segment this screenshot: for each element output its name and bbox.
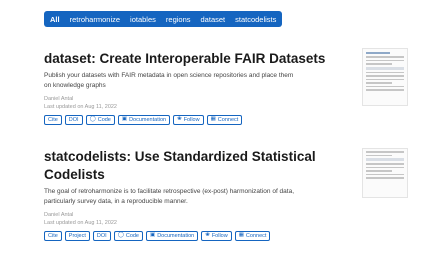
post-updated: Last updated on Aug 11, 2022 [44,104,117,110]
linkedin-icon: ▦ [238,232,244,239]
post-thumbnail[interactable] [362,48,408,106]
post-statcodelists: statcodelists: Use Standardized Statisti… [44,148,350,241]
post-buttons: Cite DOI ◯ Code ▣ Documentation ❀ Follow ▦ C… [44,115,350,125]
post-title[interactable]: dataset: Create Interoperable FAIR Datas… [44,50,350,68]
document-icon: ▣ [150,232,156,239]
tag-retroharmonize[interactable]: retroharmonize [70,15,120,24]
post-buttons: Cite Project DOI ◯ Code ▣ Documentation ❀ F… [44,231,350,241]
documentation-button[interactable]: ▣ Documentation [146,231,199,241]
post-author[interactable]: Daniel Antal [44,95,350,103]
tag-filter-bar: All retroharmonize iotables regions data… [44,11,283,27]
github-icon: ◯ [117,232,124,239]
code-button[interactable]: ◯ Code [85,115,115,125]
tag-all[interactable]: All [50,15,60,24]
cite-button[interactable]: Cite [44,115,62,125]
linkedin-icon: ▦ [210,116,216,123]
post-author[interactable]: Daniel Antal [44,211,350,219]
doi-button[interactable]: DOI [64,115,83,125]
follow-button[interactable]: ❀ Follow [201,231,232,241]
tag-dataset[interactable]: dataset [201,15,226,24]
post-summary: Publish your datasets with FAIR metadata… [44,72,294,89]
twitter-icon: ❀ [177,116,182,123]
documentation-button[interactable]: ▣ Documentation [117,115,171,125]
tag-iotables[interactable]: iotables [130,15,156,24]
post-updated: Last updated on Aug 11, 2022 [44,220,117,226]
cite-button[interactable]: Cite [44,231,62,241]
post-dataset: dataset: Create Interoperable FAIR Datas… [44,50,350,125]
code-button[interactable]: ◯ Code [113,231,143,241]
tag-statcodelists[interactable]: statcodelists [235,15,276,24]
follow-button[interactable]: ❀ Follow [173,115,204,125]
post-summary: The goal of retroharmonize is to facilit… [44,188,295,205]
document-icon: ▣ [121,116,128,123]
tag-regions[interactable]: regions [166,15,191,24]
connect-button[interactable]: ▦ Connect [206,115,243,125]
project-button[interactable]: Project [64,231,90,241]
github-icon: ◯ [89,116,96,123]
post-thumbnail[interactable] [362,148,408,198]
twitter-icon: ❀ [205,232,210,239]
post-title[interactable]: statcodelists: Use Standardized Statisti… [44,148,350,184]
doi-button[interactable]: DOI [92,231,111,241]
connect-button[interactable]: ▦ Connect [234,231,271,241]
